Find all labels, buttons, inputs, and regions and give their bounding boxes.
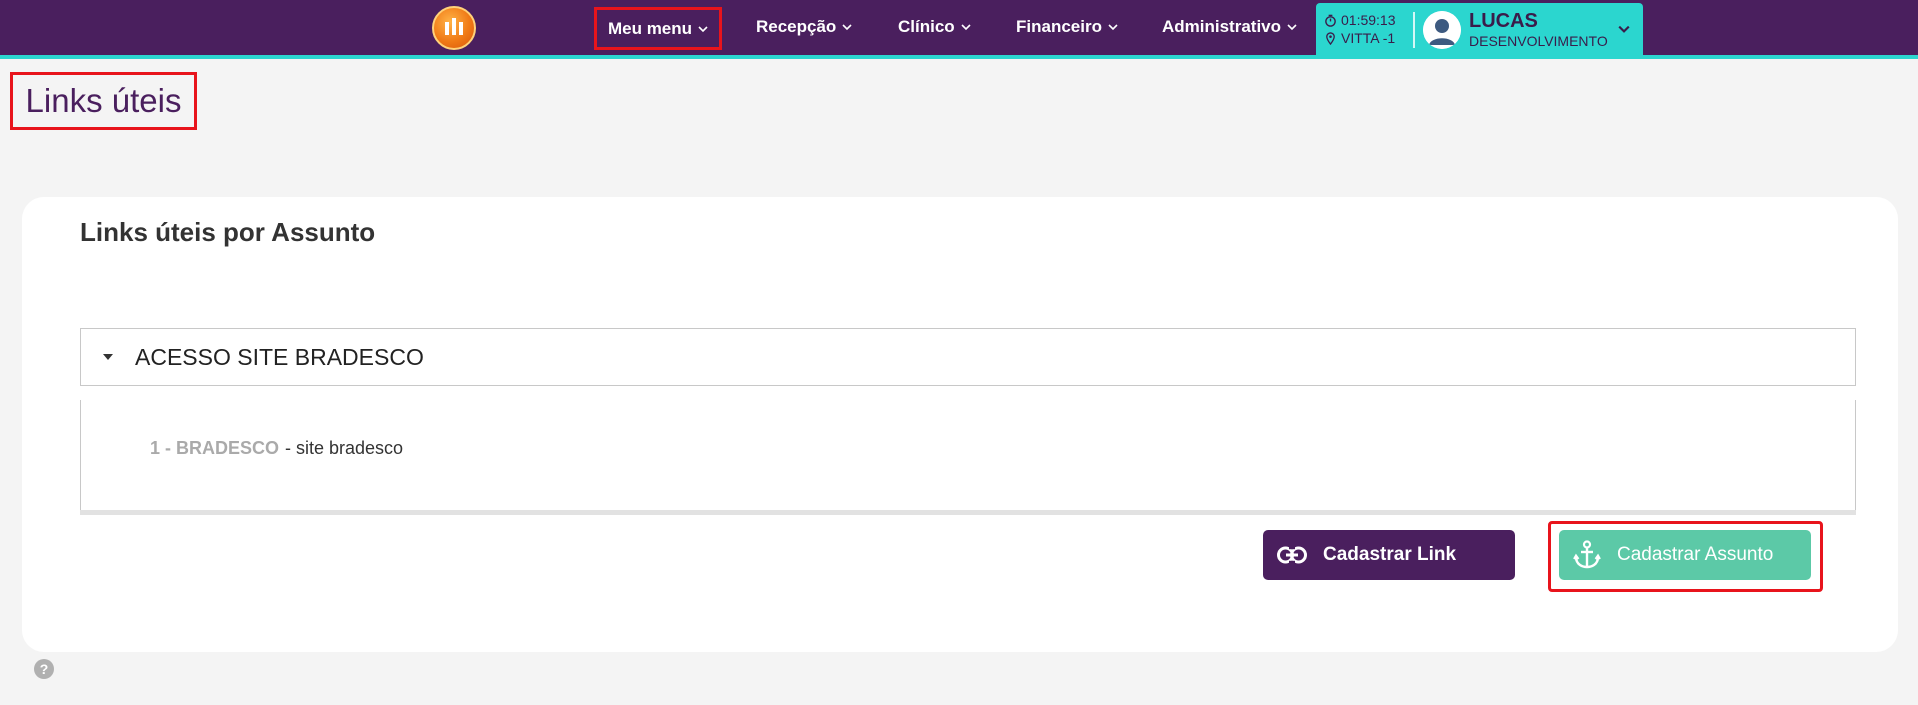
nav-administrativo[interactable]: Administrativo bbox=[1162, 14, 1297, 40]
page-title-text: Links úteis bbox=[25, 82, 182, 119]
chevron-down-icon bbox=[1287, 24, 1297, 31]
button-label: Cadastrar Link bbox=[1323, 544, 1457, 565]
page-title: Links úteis bbox=[10, 72, 197, 130]
nav-clinico[interactable]: Clínico bbox=[898, 14, 971, 40]
divider bbox=[1413, 12, 1415, 48]
user-menu[interactable]: 01:59:13 VITTA -1 LUCAS DESENVOLVIMENTO bbox=[1316, 3, 1643, 56]
nav-recepcao[interactable]: Recepção bbox=[756, 14, 852, 40]
chevron-down-icon bbox=[842, 24, 852, 31]
location-label: VITTA -1 bbox=[1341, 30, 1396, 46]
link-number: 1 - BRADESCO bbox=[150, 438, 280, 458]
user-role: DESENVOLVIMENTO bbox=[1469, 33, 1608, 49]
cadastrar-link-button[interactable]: Cadastrar Link bbox=[1263, 530, 1515, 580]
nav-label: Clínico bbox=[898, 17, 955, 36]
caret-down-icon bbox=[103, 354, 113, 360]
button-label: Cadastrar Assunto bbox=[1617, 544, 1774, 565]
user-name: LUCAS bbox=[1469, 10, 1538, 32]
user-avatar-icon bbox=[1423, 11, 1461, 49]
location: VITTA -1 bbox=[1324, 30, 1395, 46]
nav-label: Meu menu bbox=[607, 18, 693, 38]
timer-icon bbox=[1325, 14, 1336, 27]
nav-meu-menu[interactable]: Meu menu bbox=[594, 7, 722, 50]
nav-label: Administrativo bbox=[1162, 17, 1282, 36]
chevron-down-icon bbox=[1108, 24, 1118, 31]
card-title: Links úteis por Assunto bbox=[80, 217, 376, 247]
nav-label: Financeiro bbox=[1016, 17, 1102, 36]
chevron-down-icon bbox=[698, 25, 708, 32]
location-pin-icon bbox=[1326, 31, 1335, 45]
list-item[interactable]: 1 - BRADESCO - site bradesco bbox=[150, 438, 403, 459]
chevron-down-icon bbox=[961, 24, 971, 31]
session-time: 01:59:13 bbox=[1341, 12, 1396, 28]
accordion-header[interactable]: ACESSO SITE BRADESCO bbox=[80, 328, 1856, 386]
session-timer: 01:59:13 bbox=[1324, 12, 1396, 28]
avatar bbox=[1423, 11, 1461, 49]
links-card: Links úteis por Assunto ACESSO SITE BRAD… bbox=[22, 197, 1898, 652]
help-icon[interactable]: ? bbox=[34, 659, 54, 679]
cadastrar-assunto-button[interactable]: Cadastrar Assunto bbox=[1559, 530, 1811, 580]
anchor-icon bbox=[1573, 540, 1601, 569]
nav-label: Recepção bbox=[756, 17, 837, 36]
accordion-title: ACESSO SITE BRADESCO bbox=[135, 343, 424, 370]
navbar-accent-stripe bbox=[0, 55, 1918, 59]
accordion-footer-bar bbox=[80, 510, 1856, 515]
chevron-down-icon[interactable] bbox=[1618, 23, 1630, 35]
link-description: - site bradesco bbox=[285, 438, 404, 458]
app-logo[interactable] bbox=[432, 6, 476, 50]
help-glyph: ? bbox=[39, 661, 49, 677]
nav-financeiro[interactable]: Financeiro bbox=[1016, 14, 1118, 40]
top-navbar: Meu menu Recepção Clínico Financeiro Adm… bbox=[0, 0, 1918, 56]
link-icon bbox=[1277, 546, 1307, 564]
accordion-body: 1 - BRADESCO - site bradesco bbox=[80, 400, 1856, 510]
